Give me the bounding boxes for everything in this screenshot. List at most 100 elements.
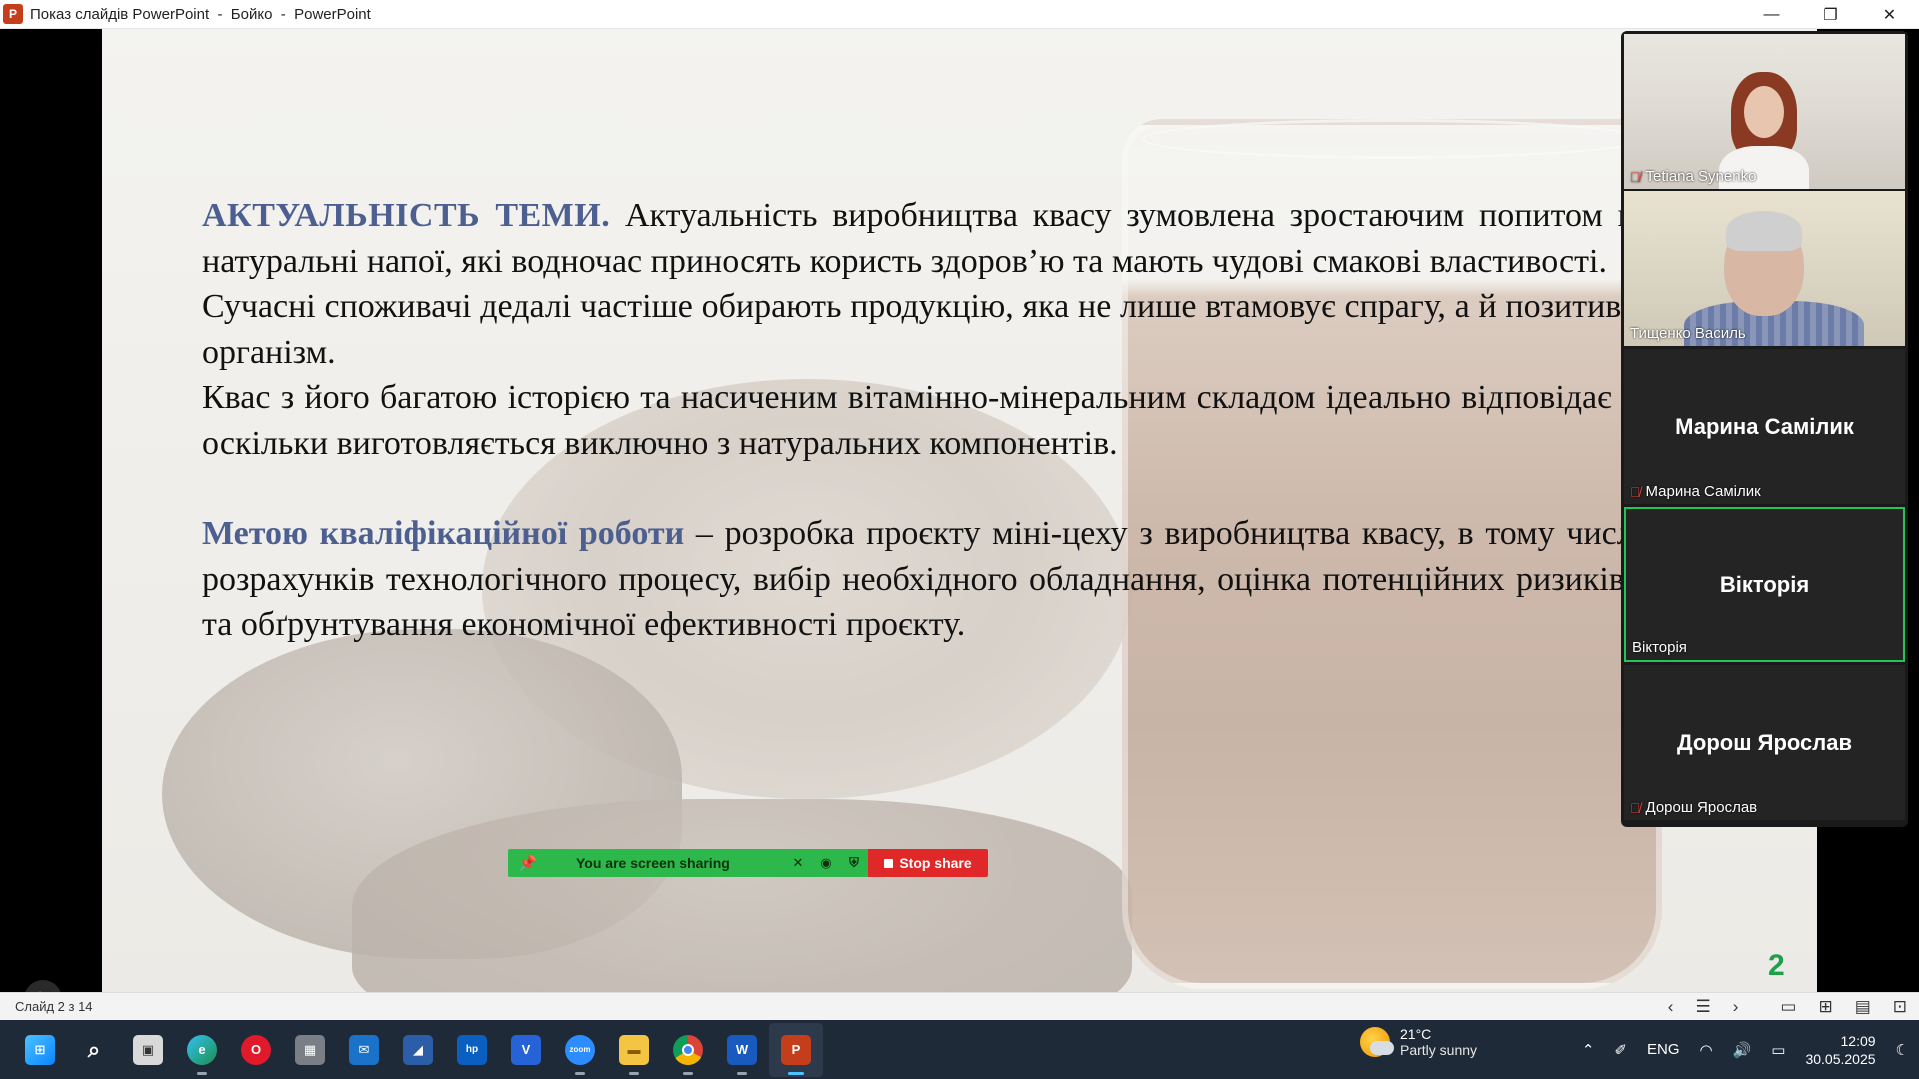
weather-widget[interactable]: 21°C Partly sunny [1360, 1026, 1477, 1058]
word-icon: W [727, 1034, 757, 1065]
partly-sunny-icon [1360, 1027, 1394, 1057]
participant-display-name: Марина Самілик [1675, 413, 1854, 439]
running-indicator [683, 1071, 693, 1075]
zoom-icon: zoom [565, 1034, 595, 1065]
chevron-up-icon[interactable]: ⌃ [1582, 1041, 1595, 1059]
participant-tile[interactable]: Дорош Ярослав 🎙̸ Дорош Ярослав [1624, 665, 1905, 820]
mail-icon: ✉ [349, 1034, 379, 1065]
shield-icon[interactable]: ⛨ [840, 855, 868, 871]
status-bar: Слайд 2 з 14 ‹ ☰ › ▭ ⊞ ▤ ⊡ [0, 992, 1919, 1020]
paragraph-kvass: Квас з його багатою історією та насичени… [202, 379, 1817, 462]
share-status-label: You are screen sharing [576, 855, 730, 871]
stop-share-button[interactable]: Stop share [868, 849, 988, 877]
slide-menu-icon[interactable]: ☰ [1695, 997, 1710, 1017]
taskbar-app-calculator[interactable]: ▦ [283, 1023, 337, 1077]
mic-muted-icon: 🎙̸ [1630, 483, 1641, 500]
calculator-icon: ▦ [295, 1034, 325, 1065]
reading-view-icon[interactable]: ▤ [1855, 997, 1871, 1017]
slide[interactable]: АКТУАЛЬНІСТЬ ТЕМИ. Актуальність виробниц… [102, 29, 1817, 992]
video-face [1744, 86, 1784, 138]
participant-tile[interactable]: 🎙̸ Tetiana Synenko [1624, 34, 1905, 189]
myhp-icon: hp [457, 1034, 487, 1065]
drawing-app-icon: ◢ [403, 1034, 433, 1065]
start-button[interactable]: ⊞ [13, 1023, 67, 1077]
taskbar-app-chrome[interactable] [661, 1023, 715, 1077]
opera-icon: O [241, 1034, 271, 1065]
stop-share-label: Stop share [899, 855, 972, 871]
restore-button[interactable]: ❐ [1801, 0, 1860, 29]
windows-icon: ⊞ [25, 1034, 55, 1065]
taskbar-app-outlook[interactable]: ✉ [337, 1023, 391, 1077]
stop-icon [884, 858, 894, 868]
participant-name: Тищенко Василь [1630, 325, 1746, 342]
pin-icon[interactable]: 📌 [508, 854, 548, 872]
slideshow-icon[interactable]: ⊡ [1893, 997, 1907, 1017]
taskbar-app-editor[interactable]: ◢ [391, 1023, 445, 1077]
taskbar-app-edge[interactable]: e [175, 1023, 229, 1077]
paragraph-consumers: Сучасні споживачі дедалі частіше обирают… [202, 288, 1817, 371]
paragraph-relevance: АКТУАЛЬНІСТЬ ТЕМИ. Актуальність виробниц… [202, 193, 1817, 284]
mic-muted-icon[interactable]: ✕ [784, 855, 812, 871]
pen-input-icon[interactable]: ✐ [1614, 1041, 1627, 1059]
previous-slide-icon[interactable]: ‹ [1668, 997, 1674, 1017]
participant-caption: 🎙̸ Марина Самілик [1630, 483, 1761, 500]
participant-name: Tetiana Synenko [1645, 168, 1757, 185]
participants-panel: 🎙̸ Tetiana Synenko Тищенко Василь Марина… [1621, 31, 1908, 827]
participant-display-name: Дорош Ярослав [1676, 729, 1853, 755]
mic-muted-icon: 🎙̸ [1630, 799, 1641, 816]
clock[interactable]: 12:09 30.05.2025 [1805, 1032, 1875, 1068]
slide-sorter-icon[interactable]: ⊞ [1818, 997, 1832, 1017]
screen-share-bar: 📌 You are screen sharing ✕ ◉ ⛨ Stop shar… [508, 849, 988, 877]
status-controls: ‹ ☰ › ▭ ⊞ ▤ ⊡ [1668, 993, 1907, 1021]
participant-name: Дорош Ярослав [1645, 799, 1758, 816]
running-indicator [629, 1071, 639, 1075]
taskbar-app-vpn[interactable]: V [499, 1023, 553, 1077]
record-icon[interactable]: ◉ [812, 855, 840, 871]
taskbar-app-opera[interactable]: O [229, 1023, 283, 1077]
slide-number: 2 [1768, 949, 1785, 982]
paragraph-goal: Метою кваліфікаційної роботи – розробка … [202, 511, 1817, 648]
clock-date: 30.05.2025 [1805, 1050, 1876, 1067]
next-slide-icon[interactable]: › [1733, 997, 1739, 1017]
participant-display-name: Вікторія [1719, 571, 1810, 597]
heading-relevance: АКТУАЛЬНІСТЬ ТЕМИ. [202, 197, 611, 234]
weather-temp: 21°C [1400, 1026, 1432, 1042]
battery-icon[interactable]: ▭ [1771, 1041, 1785, 1059]
participant-caption: 🎙̸ Tetiana Synenko [1630, 168, 1756, 185]
video-hair [1726, 211, 1802, 251]
taskbar-app-zoom[interactable]: zoom [553, 1023, 607, 1077]
weather-text: 21°C Partly sunny [1400, 1026, 1477, 1058]
taskbar-app-file-explorer[interactable]: ▬ [607, 1023, 661, 1077]
running-indicator [737, 1071, 747, 1075]
taskbar-app-powerpoint[interactable]: P [769, 1022, 823, 1077]
participant-tile[interactable]: Марина Самілик 🎙̸ Марина Самілик [1624, 349, 1905, 504]
participant-caption: Вікторія [1632, 639, 1687, 656]
language-indicator[interactable]: ENG [1647, 1041, 1680, 1058]
normal-view-icon[interactable]: ▭ [1780, 997, 1796, 1017]
close-button[interactable]: ✕ [1860, 0, 1919, 29]
weather-condition: Partly sunny [1400, 1042, 1478, 1058]
system-tray: ⌃ ✐ ENG ◠ 🔊 ▭ 12:09 30.05.2025 ☾ [1572, 1020, 1919, 1079]
running-indicator [197, 1071, 207, 1075]
powerpoint-app-icon: P [3, 4, 23, 24]
taskbar-app-myhp[interactable]: hp [445, 1023, 499, 1077]
powerpoint-icon: P [781, 1034, 811, 1065]
share-status: 📌 You are screen sharing ✕ ◉ ⛨ [508, 849, 868, 877]
participant-tile-active[interactable]: Вікторія Вікторія [1624, 507, 1905, 662]
heading-goal: Метою кваліфікаційної роботи [202, 515, 685, 552]
folder-icon: ▬ [619, 1034, 649, 1065]
notifications-icon[interactable]: ☾ [1896, 1041, 1909, 1059]
cloud-icon [1370, 1041, 1394, 1055]
search-button[interactable]: ⌕ [67, 1023, 121, 1077]
participant-tile[interactable]: Тищенко Василь [1624, 191, 1905, 346]
minimize-button[interactable]: — [1742, 0, 1801, 29]
window-controls: — ❐ ✕ [1742, 0, 1919, 29]
wifi-icon[interactable]: ◠ [1700, 1041, 1713, 1059]
volume-icon[interactable]: 🔊 [1733, 1041, 1752, 1059]
task-view-button[interactable]: ▣ [121, 1023, 175, 1077]
taskbar-app-word[interactable]: W [715, 1023, 769, 1077]
clock-time: 12:09 [1840, 1032, 1876, 1049]
slide-body-text: АКТУАЛЬНІСТЬ ТЕМИ. Актуальність виробниц… [202, 193, 1817, 648]
mic-muted-icon: 🎙̸ [1630, 168, 1641, 185]
